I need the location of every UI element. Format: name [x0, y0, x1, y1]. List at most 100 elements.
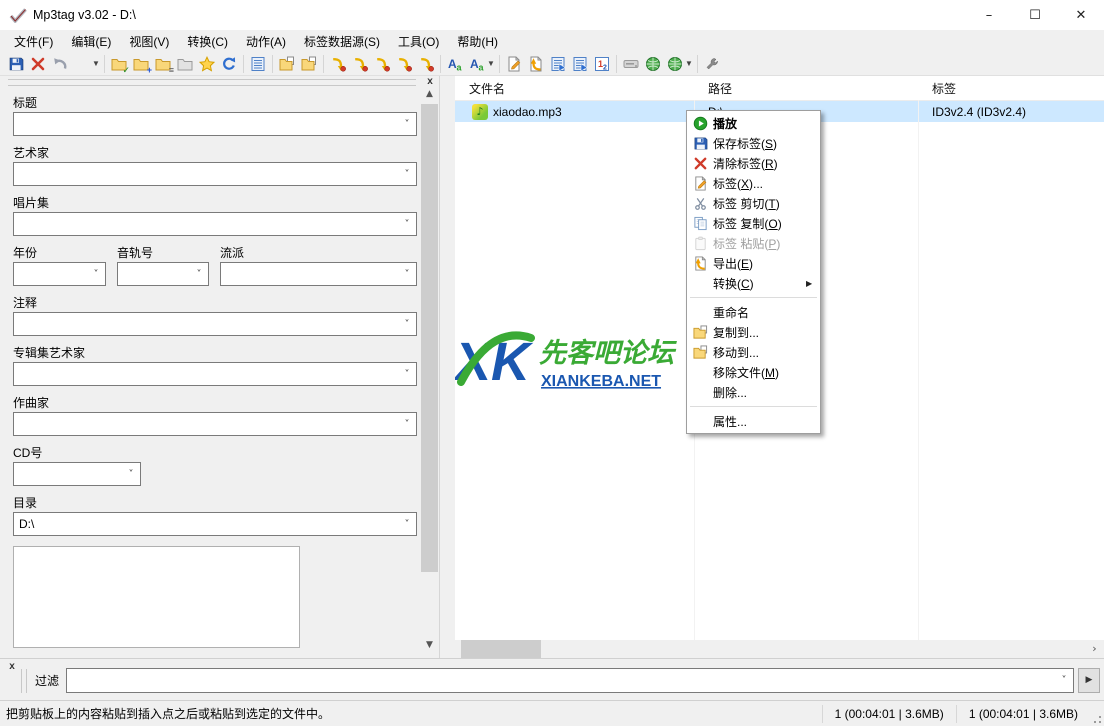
autonumber-icon[interactable] — [591, 54, 613, 74]
tag-field-combo[interactable]: ˅ — [13, 162, 417, 186]
remove-tag-icon[interactable] — [27, 54, 49, 74]
chevron-down-icon[interactable]: ˅ — [122, 469, 140, 480]
scroll-down-icon[interactable]: ▼ — [421, 637, 438, 654]
context-menu-item[interactable]: 保存标签(S) — [687, 133, 820, 153]
websource-icon[interactable] — [642, 54, 664, 74]
maximize-button[interactable]: ☐ — [1012, 0, 1058, 30]
cd-icon[interactable] — [620, 54, 642, 74]
convert-tag-tag-icon[interactable] — [415, 54, 437, 74]
chevron-down-icon[interactable]: ˅ — [398, 269, 416, 280]
context-menu-item[interactable]: 标签 复制(O) — [687, 213, 820, 233]
convert-filename-filename-icon[interactable] — [371, 54, 393, 74]
chevron-down-icon[interactable]: ˅ — [398, 319, 416, 330]
chevron-down-icon[interactable]: ˅ — [190, 269, 208, 280]
context-menu-item[interactable]: 复制到... — [687, 322, 820, 342]
context-menu-item[interactable]: 属性... — [687, 411, 820, 431]
filter-close-icon[interactable]: x — [6, 661, 18, 673]
tag-field-combo[interactable]: ˅ — [13, 462, 141, 486]
filter-input[interactable]: ˅ — [66, 668, 1074, 693]
tag-panel-icon[interactable] — [247, 54, 269, 74]
add-library-icon[interactable]: ≡ — [152, 54, 174, 74]
tag-field-combo[interactable]: ˅ — [220, 262, 417, 286]
context-menu-item[interactable]: 移除文件(M) — [687, 362, 820, 382]
filter-grip[interactable] — [21, 669, 27, 693]
move-files-icon[interactable] — [298, 54, 320, 74]
menubar-item[interactable]: 编辑(E) — [62, 30, 120, 53]
scroll-up-icon[interactable]: ▲ — [421, 86, 438, 103]
convert-textfile-tag-icon[interactable] — [393, 54, 415, 74]
change-directory-icon[interactable]: ✓ — [108, 54, 130, 74]
undo-dropdown-icon[interactable] — [71, 54, 93, 74]
close-button[interactable]: ✕ — [1058, 0, 1104, 30]
favorite-directories-icon[interactable] — [174, 54, 196, 74]
resize-grip[interactable] — [1090, 701, 1104, 726]
context-menu-item[interactable]: 删除... — [687, 382, 820, 402]
tag-field-combo[interactable]: ˅ — [13, 412, 417, 436]
menubar-item[interactable]: 文件(F) — [5, 30, 62, 53]
menubar-item[interactable]: 视图(V) — [120, 30, 178, 53]
menubar-item[interactable]: 标签数据源(S) — [295, 30, 389, 53]
options-icon[interactable] — [701, 54, 723, 74]
tag-field-combo[interactable]: ˅ — [13, 262, 106, 286]
export-icon[interactable] — [525, 54, 547, 74]
column-header[interactable]: 文件名 — [455, 76, 694, 100]
context-menu-item[interactable]: 重命名 — [687, 302, 820, 322]
chevron-down-icon[interactable]: ˅ — [398, 519, 416, 530]
copy-files-icon[interactable] — [276, 54, 298, 74]
playlist-all-icon[interactable] — [569, 54, 591, 74]
scroll-left-icon[interactable]: ‹ — [455, 640, 460, 658]
actions-icon[interactable] — [444, 54, 466, 74]
scrollbar-thumb[interactable] — [421, 104, 438, 572]
refresh-icon[interactable] — [218, 54, 240, 74]
favorites-icon[interactable] — [196, 54, 218, 74]
minimize-button[interactable]: – — [966, 0, 1012, 30]
tag-panel-grip[interactable] — [8, 79, 416, 86]
convert-filename-tag-icon[interactable] — [349, 54, 371, 74]
chevron-down-icon[interactable]: ˅ — [1055, 675, 1073, 686]
menubar-item[interactable]: 动作(A) — [237, 30, 295, 53]
chevron-down-icon[interactable]: ˅ — [398, 119, 416, 130]
chevron-down-icon[interactable]: ˅ — [398, 369, 416, 380]
tag-field-combo[interactable]: ˅ — [13, 212, 417, 236]
tag-field-combo[interactable]: ˅ — [13, 112, 417, 136]
context-menu-item[interactable]: 标签 剪切(T) — [687, 193, 820, 213]
tag-panel-scrollbar[interactable]: ▲ ▼ — [421, 86, 438, 654]
folder-copy-icon — [687, 325, 713, 340]
save-tag-icon[interactable] — [5, 54, 27, 74]
websource-dropdown-icon[interactable] — [664, 54, 686, 74]
cover-art-box[interactable] — [13, 546, 300, 648]
menubar-item[interactable]: 帮助(H) — [448, 30, 507, 53]
context-menu-item[interactable]: 移动到... — [687, 342, 820, 362]
horizontal-scrollbar[interactable]: ‹ › — [455, 640, 1104, 658]
chevron-down-icon[interactable]: ˅ — [398, 169, 416, 180]
context-menu-item[interactable]: 导出(E) — [687, 253, 820, 273]
chevron-down-icon[interactable]: ˅ — [398, 219, 416, 230]
context-menu-item[interactable]: 标签(X)... — [687, 173, 820, 193]
column-divider[interactable] — [918, 100, 919, 640]
tag-field-combo[interactable]: D:\˅ — [13, 512, 417, 536]
tag-field-combo[interactable]: ˅ — [13, 312, 417, 336]
actions-quick-dropdown-icon[interactable] — [466, 54, 488, 74]
context-menu-item[interactable]: 转换(C)▶ — [687, 273, 820, 293]
chevron-down-icon[interactable]: ˅ — [87, 269, 105, 280]
tag-field-combo[interactable]: ˅ — [13, 362, 417, 386]
undo-icon[interactable] — [49, 54, 71, 74]
context-menu-item[interactable]: 播放 — [687, 113, 820, 133]
menubar-item[interactable]: 工具(O) — [389, 30, 448, 53]
playlist-icon[interactable] — [547, 54, 569, 74]
convert-tag-filename-icon[interactable] — [327, 54, 349, 74]
tag-field-combo[interactable]: ˅ — [117, 262, 209, 286]
context-menu-item[interactable]: 清除标签(R) — [687, 153, 820, 173]
panel-splitter[interactable] — [440, 76, 455, 658]
scrollbar-thumb[interactable] — [461, 640, 541, 658]
tag-field: 年份˅ — [13, 244, 106, 286]
add-directory-icon[interactable]: + — [130, 54, 152, 74]
menubar-item[interactable]: 转换(C) — [178, 30, 237, 53]
scroll-right-icon[interactable]: › — [1086, 640, 1103, 658]
filter-apply-button[interactable]: ▶ — [1078, 668, 1100, 693]
play-icon — [687, 116, 713, 131]
chevron-down-icon[interactable]: ˅ — [398, 419, 416, 430]
edit-tag-icon[interactable] — [503, 54, 525, 74]
column-header[interactable]: 路径 — [694, 76, 918, 100]
column-header[interactable]: 标签 — [918, 76, 1104, 100]
